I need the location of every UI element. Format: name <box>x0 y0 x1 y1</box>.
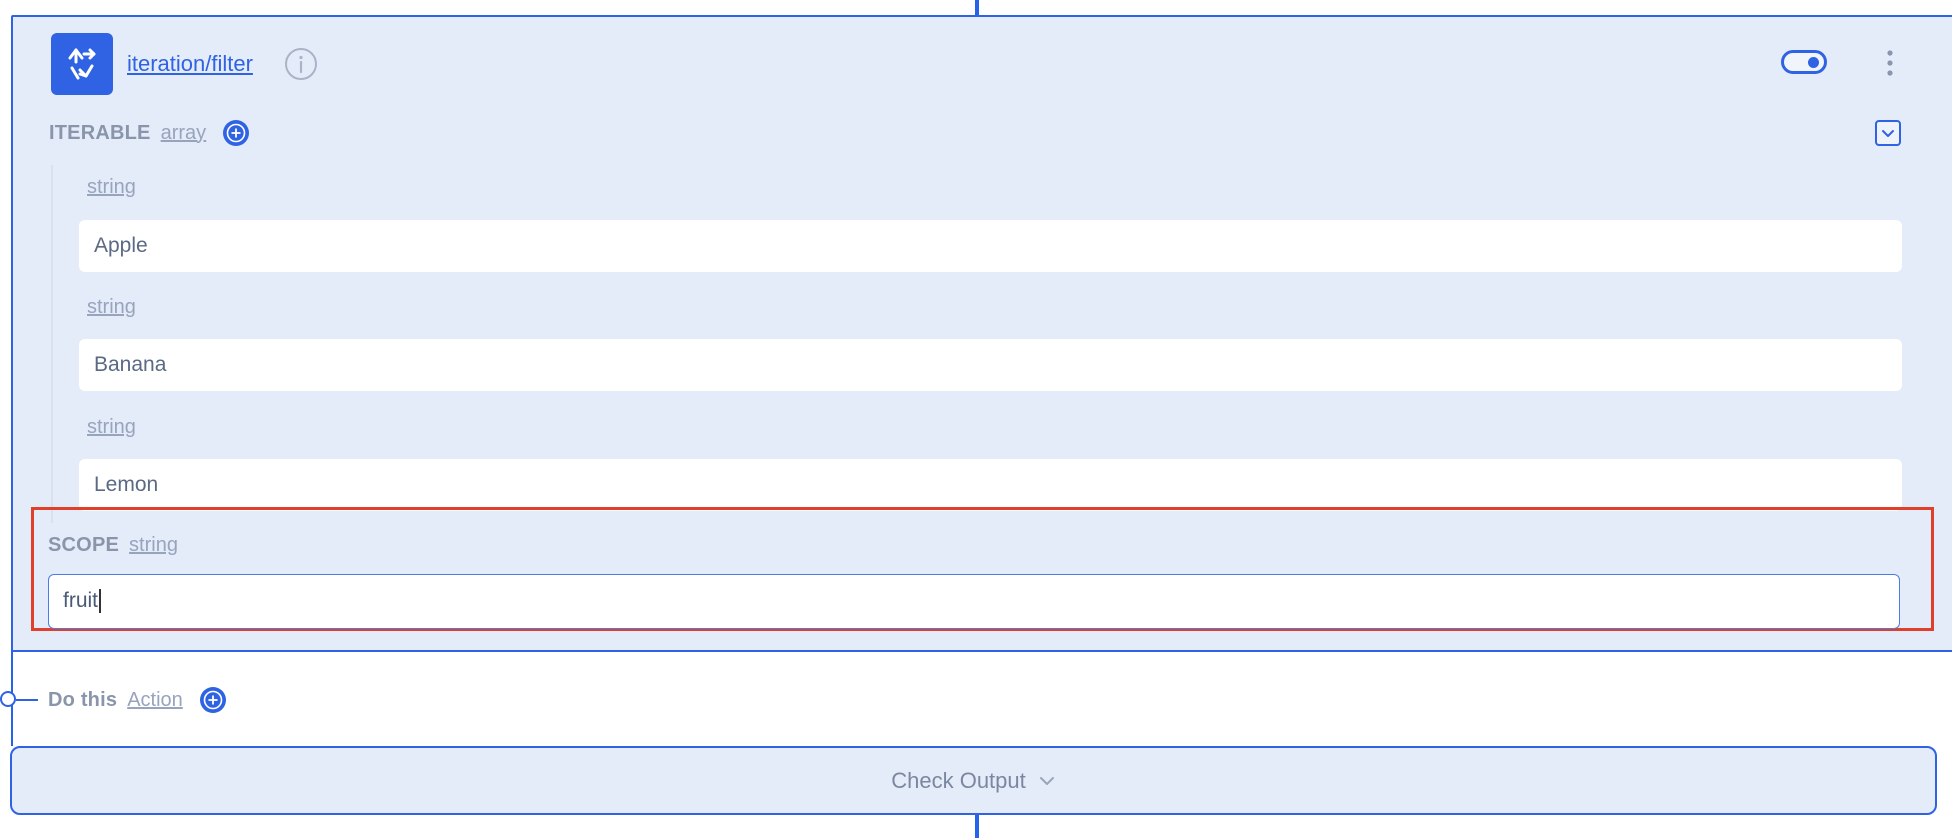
scope-type-link[interactable]: string <box>129 534 178 557</box>
branch-connector-circle <box>0 691 16 707</box>
collapse-iterable-button[interactable] <box>1875 120 1901 146</box>
iterable-label: ITERABLE <box>49 121 151 144</box>
node-title-link[interactable]: iteration/filter <box>127 49 253 79</box>
scope-field-header: SCOPE string <box>48 534 178 557</box>
scope-label: SCOPE <box>48 534 120 556</box>
add-action-plus-icon[interactable] <box>199 686 227 714</box>
chevron-down-icon <box>1882 130 1894 137</box>
add-item-plus-icon[interactable] <box>222 119 250 147</box>
nested-items-guide <box>51 165 53 523</box>
do-this-type-link[interactable]: Action <box>127 689 183 712</box>
item-type-link[interactable]: string <box>87 176 136 199</box>
top-connector-line <box>975 0 979 15</box>
item-input-field[interactable]: Apple <box>79 220 1902 272</box>
branch-connector <box>0 691 38 711</box>
check-output-label: Check Output <box>891 767 1026 793</box>
branch-connector-dash <box>16 699 38 701</box>
toggle-knob <box>1808 57 1819 68</box>
scope-input-field[interactable]: fruit <box>48 574 1900 629</box>
workflow-icon <box>51 33 113 95</box>
iterable-field-header: ITERABLE array <box>49 119 250 147</box>
item-type-link[interactable]: string <box>87 416 136 439</box>
chevron-down-icon <box>1039 776 1054 785</box>
item-input-field[interactable]: Lemon <box>79 459 1902 511</box>
check-output-button[interactable]: Check Output <box>10 746 1937 815</box>
node-enable-toggle[interactable] <box>1781 50 1827 74</box>
item-type-link[interactable]: string <box>87 296 136 319</box>
info-icon[interactable] <box>284 47 318 81</box>
bottom-connector-line <box>975 815 979 838</box>
item-input-field[interactable]: Banana <box>79 339 1902 391</box>
scope-input-value: fruit <box>63 589 99 612</box>
do-this-row: Do this Action <box>48 686 227 714</box>
more-vertical-icon[interactable] <box>1884 49 1896 77</box>
text-caret <box>99 589 101 614</box>
iterable-type-link[interactable]: array <box>161 122 207 145</box>
do-this-label: Do this <box>48 688 118 711</box>
